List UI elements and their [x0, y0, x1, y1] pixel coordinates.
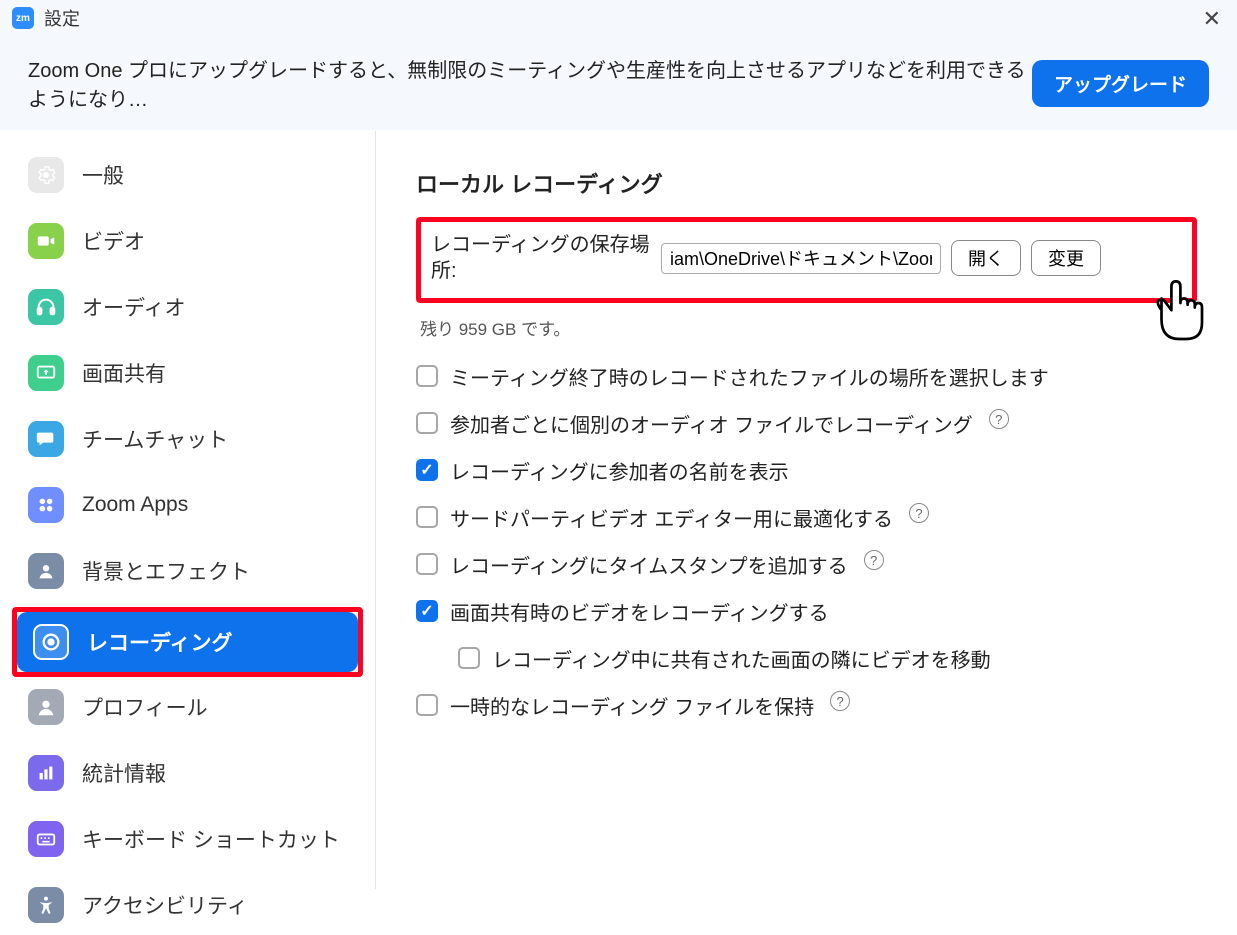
sidebar-item-statistics[interactable]: 統計情報: [12, 743, 363, 803]
recording-option: レコーディングにタイムスタンプを追加する?: [416, 550, 1197, 579]
sidebar-item-recording[interactable]: レコーディング: [17, 612, 358, 672]
close-icon[interactable]: ✕: [1203, 6, 1221, 32]
sidebar-item-label: 統計情報: [82, 758, 166, 788]
chart-icon: [28, 755, 64, 791]
hand-cursor-icon: [1130, 267, 1220, 357]
highlight-box-location: レコーディングの保存場所: 開く 変更: [416, 217, 1197, 303]
gear-icon: [28, 157, 64, 193]
record-icon: [33, 624, 69, 660]
settings-sidebar: 一般 ビデオ オーディオ 画面共有 チームチャット: [0, 131, 376, 889]
sidebar-item-audio[interactable]: オーディオ: [12, 277, 363, 337]
checkbox[interactable]: [458, 647, 480, 669]
sidebar-item-label: 一般: [82, 160, 124, 190]
option-label: サードパーティビデオ エディター用に最適化する: [450, 503, 893, 532]
titlebar: zm 設定 ✕: [0, 0, 1237, 36]
sidebar-item-label: Zoom Apps: [82, 493, 188, 517]
section-title-local-recording: ローカル レコーディング: [416, 167, 1197, 199]
keyboard-icon: [28, 821, 64, 857]
help-icon[interactable]: ?: [830, 691, 850, 711]
sidebar-item-background-effects[interactable]: 背景とエフェクト: [12, 541, 363, 601]
sidebar-item-general[interactable]: 一般: [12, 145, 363, 205]
recording-option: レコーディング中に共有された画面の隣にビデオを移動: [458, 644, 1197, 673]
accessibility-icon: [28, 887, 64, 923]
chat-icon: [28, 421, 64, 457]
sidebar-item-profile[interactable]: プロフィール: [12, 677, 363, 737]
upgrade-banner: Zoom One プロにアップグレードすると、無制限のミーティングや生産性を向上…: [0, 36, 1237, 131]
sidebar-item-label: 画面共有: [82, 358, 166, 388]
sidebar-item-label: チームチャット: [82, 424, 228, 454]
recording-location-label: レコーディングの保存場所:: [431, 232, 651, 284]
open-button[interactable]: 開く: [951, 240, 1021, 276]
upgrade-banner-text: Zoom One プロにアップグレードすると、無制限のミーティングや生産性を向上…: [28, 54, 1032, 112]
upgrade-button[interactable]: アップグレード: [1032, 60, 1209, 107]
profile-icon: [28, 689, 64, 725]
person-icon: [28, 553, 64, 589]
sidebar-item-label: アクセシビリティ: [82, 890, 248, 920]
storage-remaining-text: 残り 959 GB です。: [420, 315, 1197, 340]
share-screen-icon: [28, 355, 64, 391]
apps-icon: [28, 487, 64, 523]
recording-location-input[interactable]: [661, 243, 941, 274]
recording-option: サードパーティビデオ エディター用に最適化する?: [416, 503, 1197, 532]
sidebar-item-label: 背景とエフェクト: [82, 556, 250, 586]
option-label: レコーディングにタイムスタンプを追加する: [450, 550, 848, 579]
recording-option: 一時的なレコーディング ファイルを保持?: [416, 691, 1197, 720]
sidebar-item-label: レコーディング: [87, 627, 233, 657]
recording-settings-panel: ローカル レコーディング レコーディングの保存場所: 開く 変更 残り 959 …: [376, 131, 1237, 889]
option-label: レコーディング中に共有された画面の隣にビデオを移動: [492, 644, 991, 673]
sidebar-item-video[interactable]: ビデオ: [12, 211, 363, 271]
help-icon[interactable]: ?: [989, 409, 1009, 429]
app-icon: zm: [12, 7, 34, 29]
option-label: 一時的なレコーディング ファイルを保持: [450, 691, 814, 720]
sidebar-item-label: オーディオ: [82, 292, 186, 322]
checkbox[interactable]: [416, 365, 438, 387]
checkbox[interactable]: [416, 694, 438, 716]
highlight-box-sidebar: レコーディング: [12, 607, 363, 677]
option-label: ミーティング終了時のレコードされたファイルの場所を選択します: [450, 362, 1049, 391]
window-title: 設定: [44, 5, 80, 31]
checkbox[interactable]: [416, 600, 438, 622]
recording-option: 参加者ごとに個別のオーディオ ファイルでレコーディング?: [416, 409, 1197, 438]
checkbox[interactable]: [416, 553, 438, 575]
checkbox[interactable]: [416, 459, 438, 481]
checkbox[interactable]: [416, 506, 438, 528]
sidebar-item-zoom-apps[interactable]: Zoom Apps: [12, 475, 363, 535]
option-label: 参加者ごとに個別のオーディオ ファイルでレコーディング: [450, 409, 973, 438]
sidebar-item-keyboard-shortcuts[interactable]: キーボード ショートカット: [12, 809, 363, 869]
sidebar-item-accessibility[interactable]: アクセシビリティ: [12, 875, 363, 935]
option-label: 画面共有時のビデオをレコーディングする: [450, 597, 829, 626]
sidebar-item-label: プロフィール: [82, 692, 208, 722]
option-label: レコーディングに参加者の名前を表示: [450, 456, 789, 485]
recording-option: レコーディングに参加者の名前を表示: [416, 456, 1197, 485]
change-button[interactable]: 変更: [1031, 240, 1101, 276]
video-icon: [28, 223, 64, 259]
sidebar-item-team-chat[interactable]: チームチャット: [12, 409, 363, 469]
sidebar-item-share-screen[interactable]: 画面共有: [12, 343, 363, 403]
sidebar-item-label: キーボード ショートカット: [82, 824, 340, 854]
sidebar-item-label: ビデオ: [82, 226, 145, 256]
headphones-icon: [28, 289, 64, 325]
help-icon[interactable]: ?: [864, 550, 884, 570]
checkbox[interactable]: [416, 412, 438, 434]
recording-option: 画面共有時のビデオをレコーディングする: [416, 597, 1197, 626]
recording-option: ミーティング終了時のレコードされたファイルの場所を選択します: [416, 362, 1197, 391]
help-icon[interactable]: ?: [909, 503, 929, 523]
